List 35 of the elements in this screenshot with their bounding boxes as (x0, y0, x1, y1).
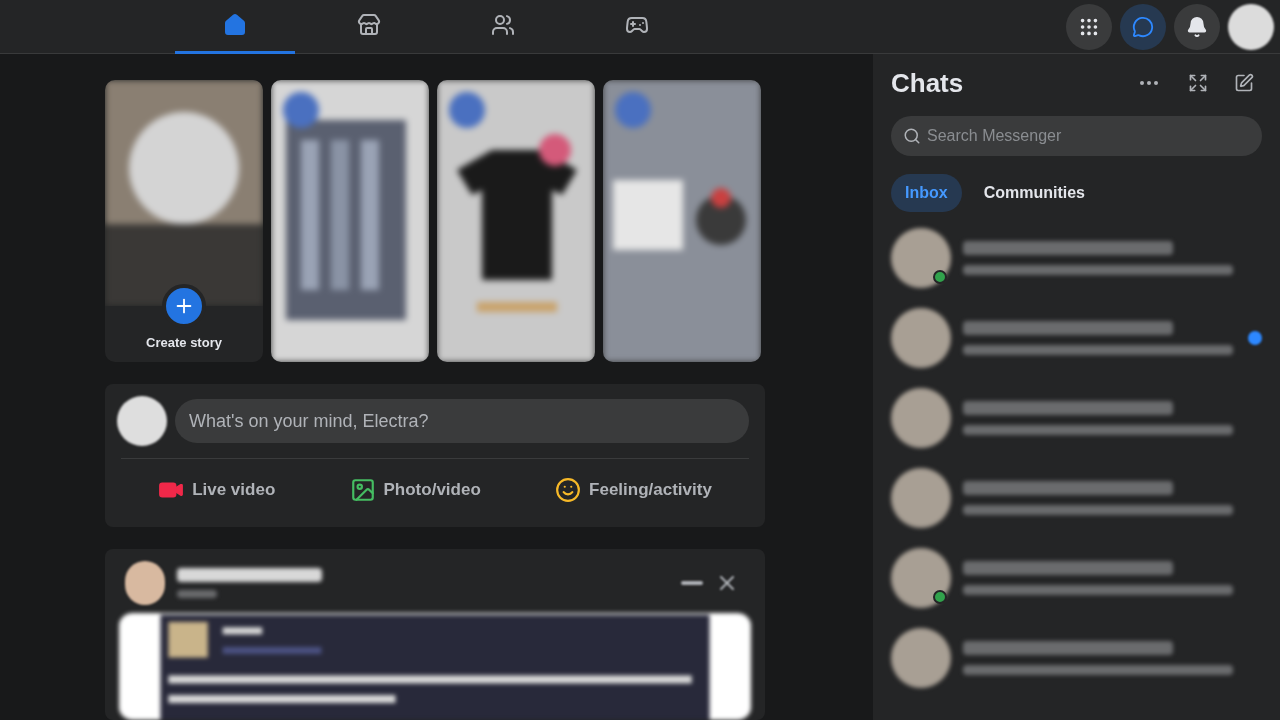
people-icon (491, 13, 515, 37)
photo-icon (349, 477, 376, 503)
avatar (891, 228, 951, 288)
composer-action[interactable]: Feeling/activity (547, 471, 720, 509)
chat-bubble-icon (1132, 15, 1154, 38)
compose-icon (1234, 73, 1254, 93)
expand-icon (1188, 73, 1208, 93)
home-icon (223, 13, 247, 37)
messenger-button[interactable] (1120, 3, 1166, 50)
create-story-card[interactable]: Create story (105, 80, 263, 362)
avatar (117, 396, 167, 446)
notifications-button[interactable] (1174, 3, 1220, 50)
chat-tab[interactable]: Inbox (891, 174, 962, 212)
avatar (891, 548, 951, 608)
search-field[interactable]: Search Messenger (891, 116, 1262, 156)
profile-avatar[interactable] (1228, 3, 1274, 50)
more-icon (1140, 81, 1158, 85)
avatar (891, 468, 951, 528)
bell-icon (1186, 15, 1208, 38)
blurred-text (177, 590, 217, 598)
story-label: Create story (145, 333, 223, 352)
post-input-field[interactable]: What's on your mind, Electra? (175, 399, 749, 443)
menu-button[interactable] (1066, 3, 1112, 50)
search-icon (903, 127, 921, 145)
smiley-icon (555, 477, 582, 503)
store-icon (357, 13, 381, 37)
panel-title: Chats (891, 66, 965, 100)
composer-action[interactable]: Live video (150, 471, 284, 509)
avatar (891, 388, 951, 448)
minimize-icon (681, 581, 703, 585)
avatar (125, 561, 165, 605)
chat-tab[interactable]: Communities (969, 174, 1099, 212)
composer-action[interactable]: Photo/video (341, 471, 489, 509)
avatar (891, 628, 951, 688)
avatar (891, 308, 951, 368)
